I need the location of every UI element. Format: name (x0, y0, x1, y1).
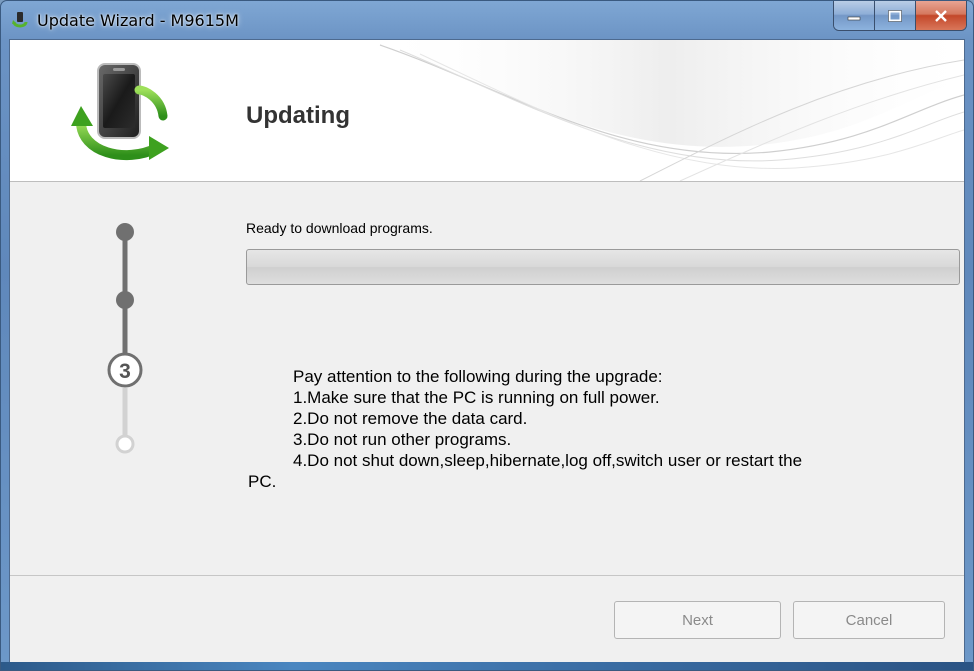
notes-item-continuation: PC. (248, 472, 277, 491)
title-bar[interactable]: Update Wizard - M9615M (1, 1, 973, 39)
step-dot-2 (116, 291, 134, 309)
status-message: Ready to download programs. (246, 220, 433, 236)
next-button[interactable]: Next (614, 601, 781, 639)
app-icon (11, 11, 29, 29)
update-wizard-window: Update Wizard - M9615M Updating 3 Ready … (0, 0, 974, 671)
step-indicator: 3 (107, 223, 143, 454)
wizard-client-area: Updating 3 Ready to download programs. P… (9, 39, 965, 664)
cancel-button[interactable]: Cancel (793, 601, 945, 639)
upgrade-notes: Pay attention to the following during th… (248, 366, 938, 492)
header-wave-decoration (370, 40, 964, 181)
close-button[interactable] (916, 1, 966, 30)
notes-item: 1.Make sure that the PC is running on fu… (293, 388, 660, 407)
step-dot-4 (115, 434, 135, 454)
step-dot-1 (116, 223, 134, 241)
caption-buttons (833, 1, 967, 31)
notes-item: 4.Do not shut down,sleep,hibernate,log o… (293, 451, 803, 470)
notes-item: 3.Do not run other programs. (293, 430, 512, 449)
download-progress-bar (246, 249, 960, 285)
window-title: Update Wizard - M9615M (37, 11, 239, 30)
notes-item: 2.Do not remove the data card. (293, 409, 528, 428)
current-step-number: 3 (119, 360, 131, 383)
window-bottom-frame (1, 662, 973, 670)
maximize-button[interactable] (875, 1, 916, 30)
wizard-header: Updating (10, 40, 964, 182)
close-icon (935, 9, 947, 22)
footer-divider (10, 575, 964, 576)
page-title: Updating (246, 102, 350, 129)
notes-heading: Pay attention to the following during th… (293, 367, 663, 386)
phone-sync-icon (71, 63, 169, 161)
maximize-icon (888, 9, 902, 22)
minimize-icon (847, 16, 861, 20)
minimize-button[interactable] (834, 1, 875, 30)
